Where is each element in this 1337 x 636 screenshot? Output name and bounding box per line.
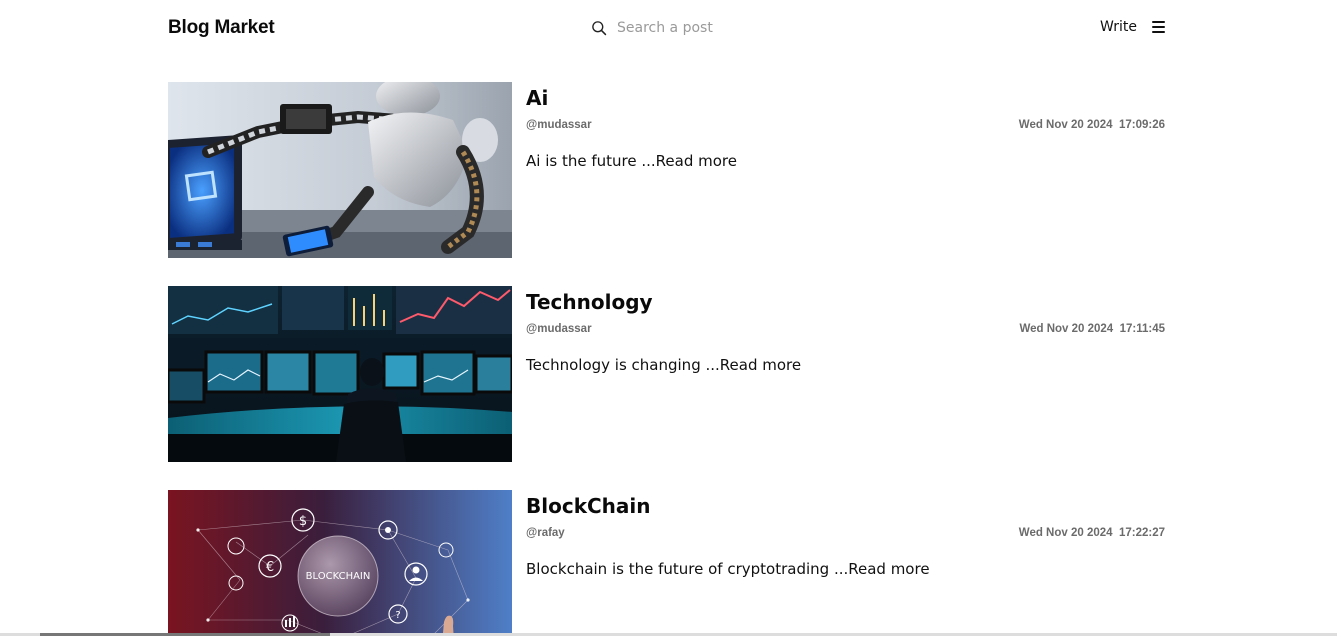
post-date-day: Wed Nov 20 2024 <box>1018 119 1113 131</box>
post-author[interactable]: @rafay <box>526 527 565 539</box>
post-card: Ai @mudassar Wed Nov 20 2024 17:09:26 Ai… <box>168 82 1165 258</box>
post-date-time: 17:11:45 <box>1119 323 1165 335</box>
post-thumbnail-blockchain[interactable]: BLOCKCHAIN $ € ? <box>168 490 512 636</box>
write-link[interactable]: Write <box>1100 19 1137 35</box>
post-content: Technology @mudassar Wed Nov 20 2024 17:… <box>526 286 1165 462</box>
post-thumbnail-robot[interactable] <box>168 82 512 258</box>
post-date: Wed Nov 20 2024 17:09:26 <box>1019 119 1165 131</box>
search-input[interactable] <box>617 20 757 36</box>
svg-text:BLOCKCHAIN: BLOCKCHAIN <box>306 571 371 582</box>
post-author[interactable]: @mudassar <box>526 119 592 131</box>
svg-text:€: € <box>266 560 274 575</box>
svg-text:?: ? <box>395 610 400 621</box>
post-excerpt: Blockchain is the future of cryptotradin… <box>526 560 930 578</box>
post-thumbnail-trading-desk[interactable] <box>168 286 512 462</box>
post-excerpt: Ai is the future ...Read more <box>526 152 737 170</box>
post-title[interactable]: BlockChain <box>526 494 651 518</box>
search-bar <box>591 17 757 39</box>
post-content: BlockChain @rafay Wed Nov 20 2024 17:22:… <box>526 490 1165 636</box>
post-date-time: 17:09:26 <box>1118 119 1165 131</box>
post-title[interactable]: Ai <box>526 86 548 110</box>
post-card: Technology @mudassar Wed Nov 20 2024 17:… <box>168 286 1165 462</box>
post-date-day: Wed Nov 20 2024 <box>1019 323 1114 335</box>
post-date-time: 17:22:27 <box>1118 527 1165 539</box>
post-date: Wed Nov 20 2024 17:11:45 <box>1019 323 1165 335</box>
nav-actions: Write <box>1100 19 1165 35</box>
navbar: Blog Market Write <box>168 14 1165 42</box>
post-date: Wed Nov 20 2024 17:22:27 <box>1019 527 1165 539</box>
post-title[interactable]: Technology <box>526 290 653 314</box>
post-excerpt-text: Blockchain is the future of cryptotradin… <box>526 560 834 578</box>
post-content: Ai @mudassar Wed Nov 20 2024 17:09:26 Ai… <box>526 82 1165 258</box>
post-date-day: Wed Nov 20 2024 <box>1018 527 1113 539</box>
read-more-link[interactable]: ...Read more <box>705 356 801 374</box>
brand-logo[interactable]: Blog Market <box>168 17 275 39</box>
read-more-link[interactable]: ...Read more <box>641 152 737 170</box>
post-excerpt-text: Technology is changing <box>526 356 706 374</box>
read-more-link[interactable]: ...Read more <box>834 560 930 578</box>
post-excerpt: Technology is changing ...Read more <box>526 356 801 374</box>
post-excerpt-text: Ai is the future <box>526 152 642 170</box>
post-card: BLOCKCHAIN $ € ? BlockChain @rafay Wed N… <box>168 490 1165 636</box>
svg-text:$: $ <box>299 514 307 529</box>
post-author[interactable]: @mudassar <box>526 323 592 335</box>
hamburger-menu-icon[interactable] <box>1152 21 1165 33</box>
search-icon[interactable] <box>591 20 608 37</box>
